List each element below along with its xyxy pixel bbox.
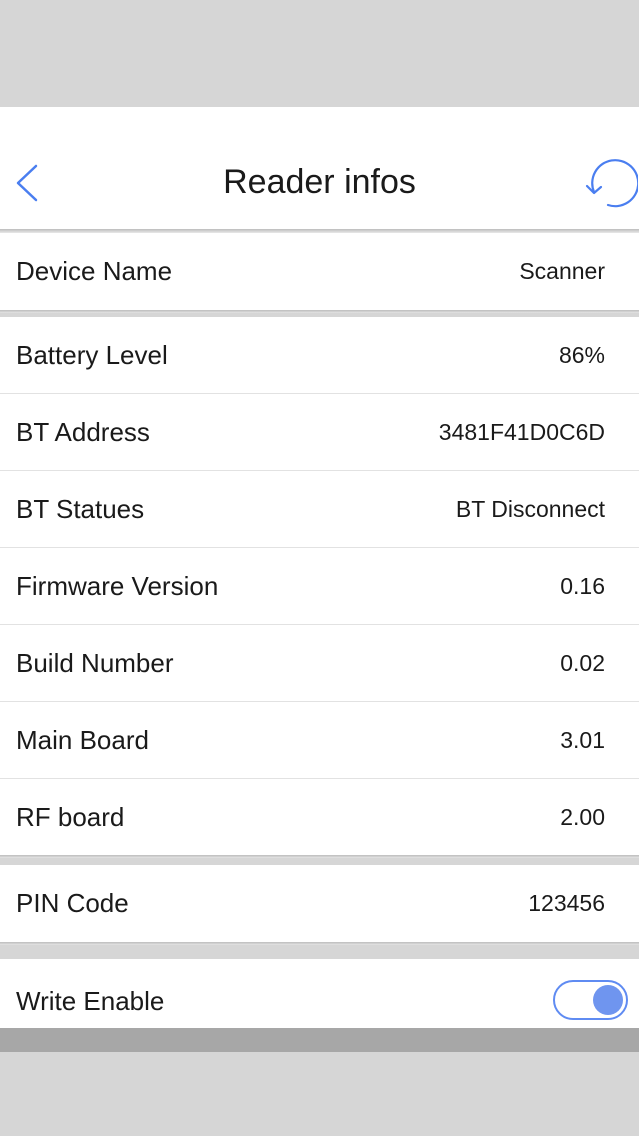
write-section: Write Enable (0, 959, 639, 1028)
build-number-label: Build Number (16, 648, 174, 678)
main-board-label: Main Board (16, 725, 149, 755)
row-main-board: Main Board 3.01 (0, 702, 639, 779)
build-number-value: 0.02 (560, 650, 605, 676)
firmware-version-label: Firmware Version (16, 571, 219, 601)
top-band (0, 0, 639, 107)
row-bt-status: BT Statues BT Disconnect (0, 471, 639, 548)
refresh-button[interactable] (582, 156, 639, 210)
battery-level-value: 86% (558, 342, 605, 368)
section-divider (0, 855, 639, 858)
device-name-value: Scanner (519, 258, 605, 284)
refresh-icon (585, 159, 639, 208)
row-battery-level: Battery Level 86% (0, 317, 639, 394)
toggle-knob (593, 985, 623, 1015)
row-bt-address: BT Address 3481F41D0C6D (0, 394, 639, 471)
bt-status-label: BT Statues (16, 494, 145, 524)
device-section: Device Name Scanner (0, 233, 639, 310)
section-divider (0, 942, 639, 945)
device-name-label: Device Name (16, 256, 173, 286)
write-enable-toggle[interactable] (553, 980, 628, 1020)
bt-status-value: BT Disconnect (455, 496, 605, 522)
bt-address-value: 3481F41D0C6D (438, 419, 605, 445)
pin-code-label: PIN Code (16, 888, 129, 918)
pin-code-value: 123456 (528, 890, 605, 916)
main-board-value: 3.01 (560, 727, 605, 753)
row-rf-board: RF board 2.00 (0, 779, 639, 856)
row-device-name: Device Name Scanner (0, 233, 639, 310)
pin-section: PIN Code 123456 (0, 865, 639, 942)
firmware-version-value: 0.16 (560, 573, 605, 599)
page-title: Reader infos (223, 163, 416, 201)
rf-board-value: 2.00 (560, 804, 605, 830)
row-firmware-version: Firmware Version 0.16 (0, 548, 639, 625)
row-build-number: Build Number 0.02 (0, 625, 639, 702)
bt-address-label: BT Address (16, 417, 150, 447)
bottom-band (0, 1052, 639, 1136)
row-pin-code: PIN Code 123456 (0, 865, 639, 942)
battery-level-label: Battery Level (16, 340, 168, 370)
info-section: Battery Level 86% BT Address 3481F41D0C6… (0, 317, 639, 855)
rf-board-label: RF board (16, 802, 125, 832)
bottom-bar (0, 1028, 639, 1052)
section-divider (0, 310, 639, 313)
